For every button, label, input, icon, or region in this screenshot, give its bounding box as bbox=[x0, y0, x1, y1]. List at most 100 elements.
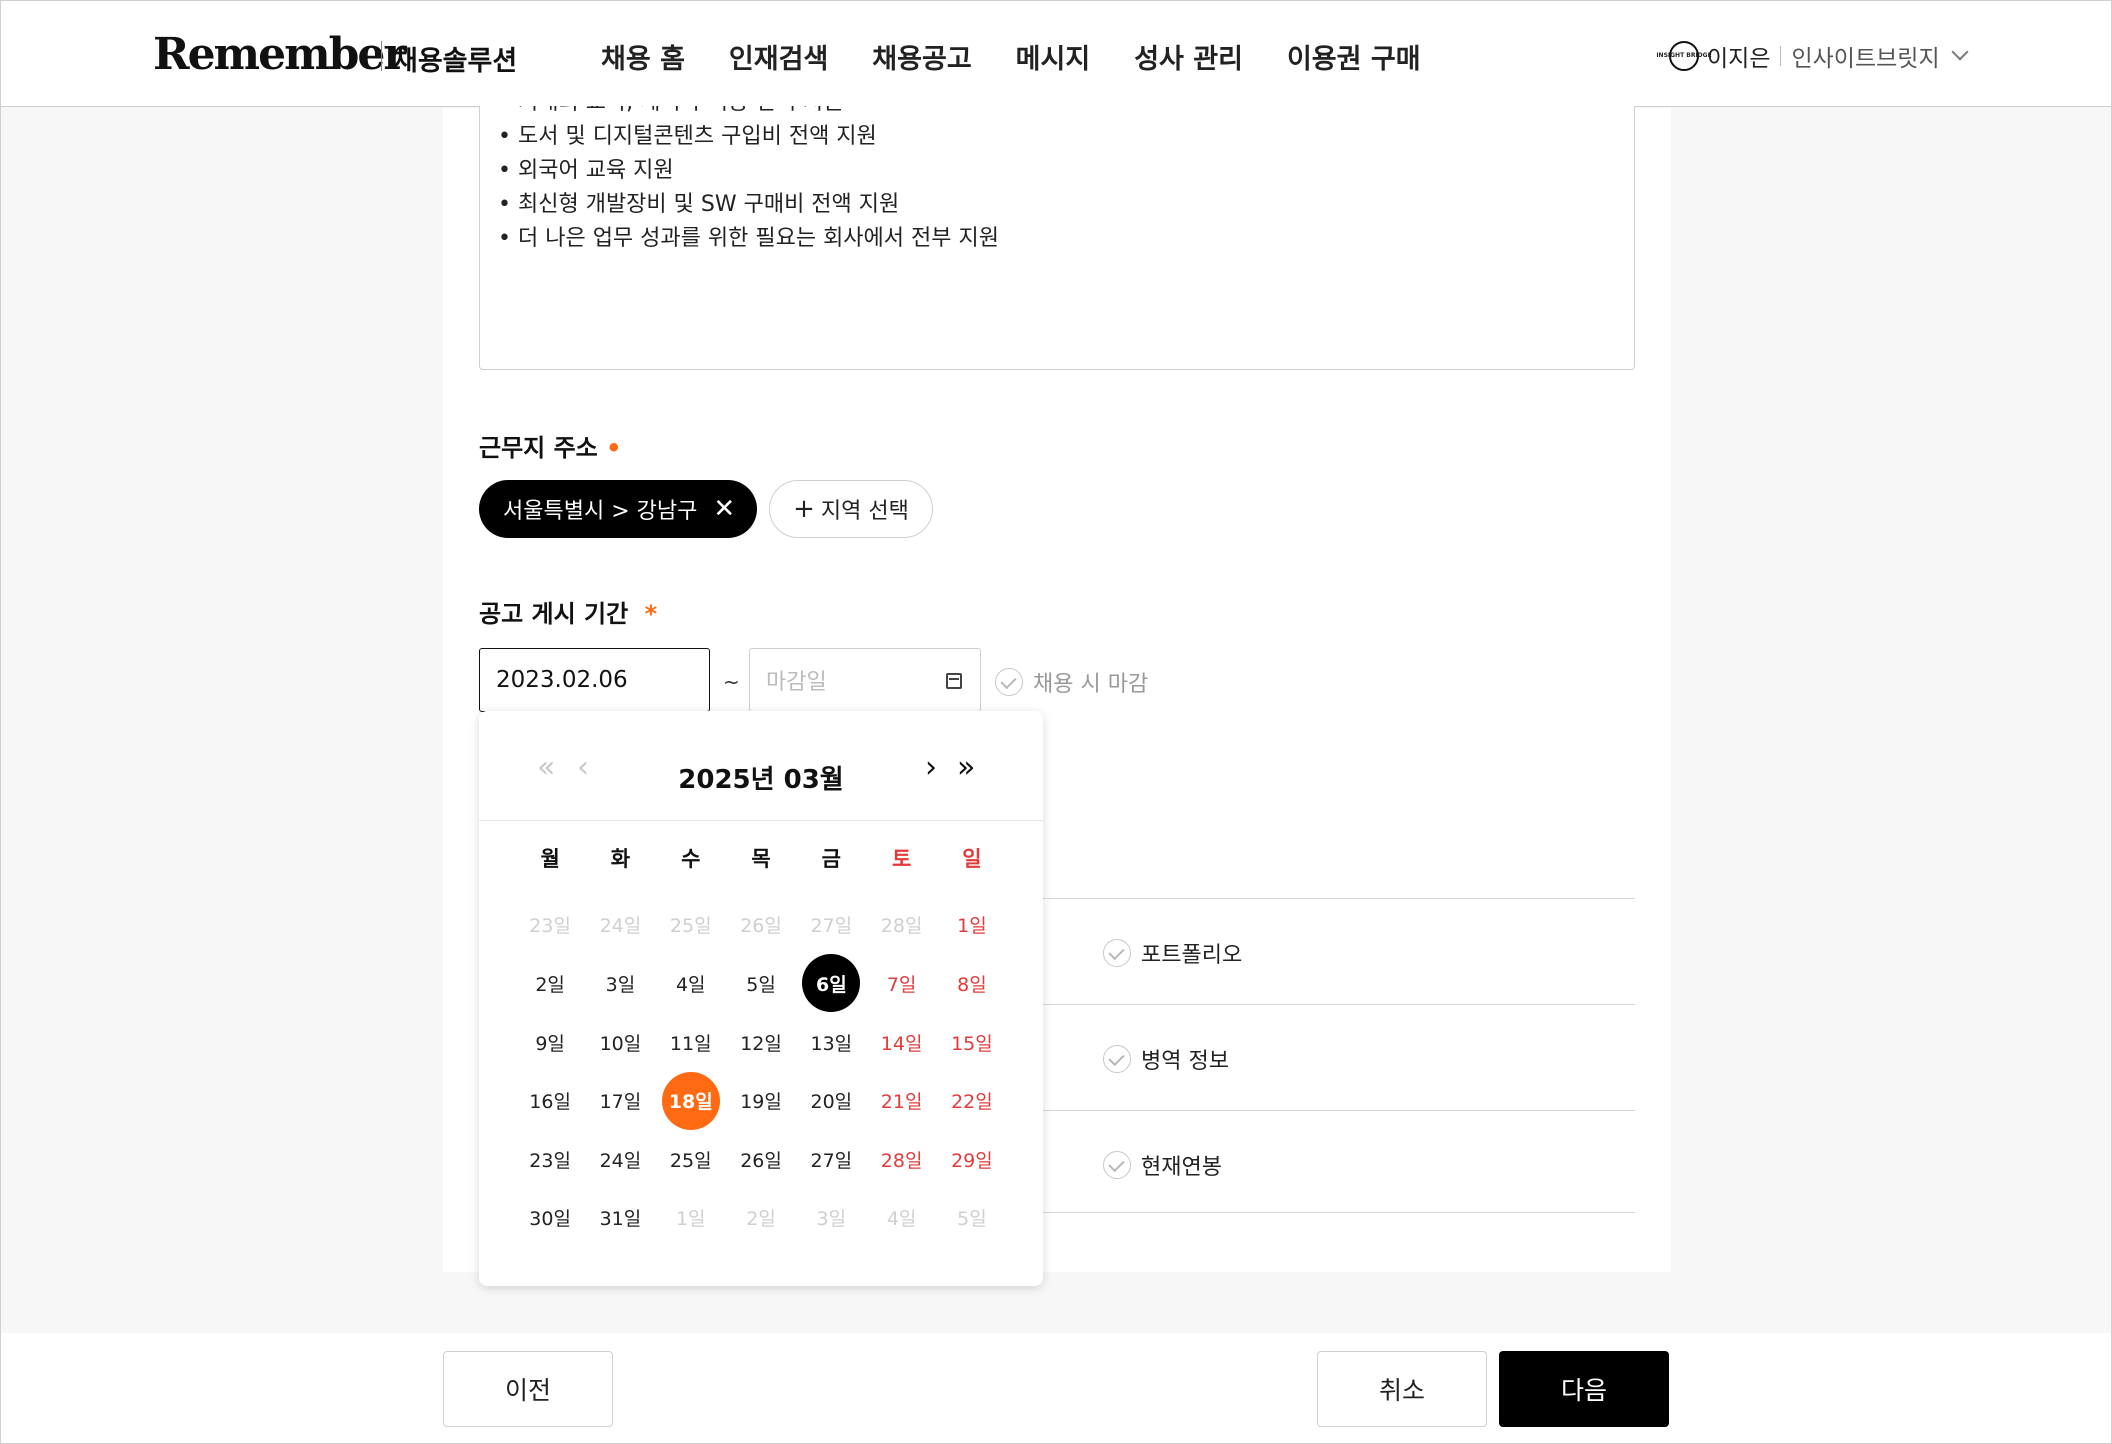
calendar-day[interactable]: 26일 bbox=[726, 896, 796, 955]
calendar-day[interactable]: 17일 bbox=[585, 1071, 655, 1130]
main-nav: 채용 홈 인재검색 채용공고 메시지 성사 관리 이용권 구매 bbox=[601, 37, 1465, 76]
calendar-day[interactable]: 10일 bbox=[585, 1013, 655, 1072]
calendar-day[interactable]: 1일 bbox=[656, 1189, 726, 1248]
benefits-list: 지대의 교육, 세미나 비용 전액 지원 도서 및 디지털콘텐츠 구입비 전액 … bbox=[498, 106, 999, 256]
calendar-day[interactable]: 22일 bbox=[937, 1071, 1007, 1130]
date-picker-popup: « ‹ 2025년 03월 › » 월 화 수 목 금 토 일 23일 24일 … bbox=[479, 711, 1043, 1286]
calendar-day[interactable]: 25일 bbox=[656, 1130, 726, 1189]
calendar-day[interactable]: 8일 bbox=[937, 954, 1007, 1013]
calendar-day[interactable]: 28일 bbox=[866, 896, 936, 955]
nav-talent-search[interactable]: 인재검색 bbox=[729, 37, 828, 76]
benefit-item: 외국어 교육 지원 bbox=[498, 154, 999, 188]
calendar-day[interactable]: 24일 bbox=[585, 896, 655, 955]
close-icon[interactable]: ✕ bbox=[713, 496, 735, 522]
calendar-day-today[interactable]: 18일 bbox=[656, 1071, 726, 1130]
calendar-day[interactable]: 4일 bbox=[866, 1189, 936, 1248]
calendar-day[interactable]: 5일 bbox=[937, 1189, 1007, 1248]
double-chevron-right-icon[interactable]: » bbox=[957, 753, 975, 783]
nav-recruit-home[interactable]: 채용 홈 bbox=[601, 37, 685, 76]
portfolio-label: 포트폴리오 bbox=[1141, 943, 1243, 968]
required-mark: • bbox=[606, 434, 622, 462]
calendar-grid: 월 화 수 목 금 토 일 23일 24일 25일 26일 27일 28일 1일… bbox=[515, 837, 1007, 1247]
weekday-thu: 목 bbox=[751, 847, 771, 871]
weekday-sat: 토 bbox=[891, 847, 912, 871]
calendar-day[interactable]: 24일 bbox=[585, 1130, 655, 1189]
benefit-item: 더 나은 업무 성과를 위한 필요는 회사에서 전부 지원 bbox=[498, 222, 999, 256]
calendar-day[interactable]: 4일 bbox=[656, 954, 726, 1013]
calendar-icon[interactable] bbox=[946, 673, 962, 689]
benefits-textarea[interactable]: 지대의 교육, 세미나 비용 전액 지원 도서 및 디지털콘텐츠 구입비 전액 … bbox=[479, 106, 1635, 370]
calendar-day[interactable]: 9일 bbox=[515, 1013, 585, 1072]
calendar-day[interactable]: 27일 bbox=[796, 1130, 866, 1189]
remember-logo[interactable]: Remember bbox=[153, 29, 407, 80]
calendar-day[interactable]: 12일 bbox=[726, 1013, 796, 1072]
calendar-day[interactable]: 20일 bbox=[796, 1071, 866, 1130]
benefit-item: 도서 및 디지털콘텐츠 구입비 전액 지원 bbox=[498, 120, 999, 154]
salary-checkbox[interactable]: 현재연봉 bbox=[1103, 1149, 1222, 1181]
check-icon bbox=[995, 668, 1023, 696]
calendar-day-selected[interactable]: 6일 bbox=[796, 954, 866, 1013]
weekday-wed: 수 bbox=[681, 847, 701, 871]
calendar-day[interactable]: 21일 bbox=[866, 1071, 936, 1130]
calendar-day[interactable]: 14일 bbox=[866, 1013, 936, 1072]
check-icon bbox=[1103, 1151, 1131, 1179]
calendar-day[interactable]: 2일 bbox=[515, 954, 585, 1013]
previous-button[interactable]: 이전 bbox=[443, 1351, 613, 1427]
calendar-day[interactable]: 13일 bbox=[796, 1013, 866, 1072]
end-date-input[interactable]: 마감일 bbox=[749, 648, 981, 712]
company-logo: INSIGHT BRIDGE bbox=[1656, 41, 1712, 71]
next-button[interactable]: 다음 bbox=[1499, 1351, 1669, 1427]
calendar-day[interactable]: 23일 bbox=[515, 896, 585, 955]
portfolio-checkbox[interactable]: 포트폴리오 bbox=[1103, 937, 1242, 969]
period-label: 공고 게시 기간 * bbox=[479, 594, 657, 629]
nav-hire-management[interactable]: 성사 관리 bbox=[1134, 37, 1243, 76]
nav-messages[interactable]: 메시지 bbox=[1016, 37, 1091, 76]
bottom-action-bar: 이전 취소 다음 bbox=[1, 1333, 2111, 1443]
weekday-sun: 일 bbox=[962, 847, 982, 871]
user-company: 인사이트브릿지 bbox=[1791, 46, 1940, 72]
cancel-button[interactable]: 취소 bbox=[1317, 1351, 1487, 1427]
calendar-day[interactable]: 27일 bbox=[796, 896, 866, 955]
close-on-hire-label: 채용 시 마감 bbox=[1033, 672, 1149, 697]
close-on-hire-checkbox[interactable]: 채용 시 마감 bbox=[995, 666, 1148, 698]
calendar-day[interactable]: 11일 bbox=[656, 1013, 726, 1072]
military-label: 병역 정보 bbox=[1141, 1049, 1229, 1074]
date-separator: ~ bbox=[723, 670, 740, 694]
start-date-input[interactable]: 2023.02.06 bbox=[479, 648, 710, 712]
military-checkbox[interactable]: 병역 정보 bbox=[1103, 1043, 1229, 1075]
calendar-day[interactable]: 7일 bbox=[866, 954, 936, 1013]
nav-buy-pass[interactable]: 이용권 구매 bbox=[1287, 37, 1421, 76]
chevron-right-icon[interactable]: › bbox=[925, 753, 937, 783]
calendar-day[interactable]: 15일 bbox=[937, 1013, 1007, 1072]
add-region-button[interactable]: + 지역 선택 bbox=[769, 480, 933, 538]
check-icon bbox=[1103, 939, 1131, 967]
calendar-day[interactable]: 2일 bbox=[726, 1189, 796, 1248]
calendar-day[interactable]: 3일 bbox=[585, 954, 655, 1013]
weekday-tue: 화 bbox=[610, 847, 631, 871]
calendar-day[interactable]: 5일 bbox=[726, 954, 796, 1013]
weekday-fri: 금 bbox=[821, 847, 841, 871]
plus-icon: + bbox=[793, 494, 815, 524]
user-menu[interactable]: INSIGHT BRIDGE 이지은 인사이트브릿지 bbox=[1656, 39, 1969, 73]
end-date-placeholder: 마감일 bbox=[766, 670, 827, 695]
location-label-text: 근무지 주소 bbox=[479, 434, 598, 462]
calendar-day[interactable]: 1일 bbox=[937, 896, 1007, 955]
calendar-day[interactable]: 30일 bbox=[515, 1189, 585, 1248]
calendar-day[interactable]: 3일 bbox=[796, 1189, 866, 1248]
logo-subtitle: 채용솔루션 bbox=[393, 46, 518, 77]
calendar-day[interactable]: 31일 bbox=[585, 1189, 655, 1248]
user-divider bbox=[1780, 46, 1782, 66]
calendar-day[interactable]: 16일 bbox=[515, 1071, 585, 1130]
calendar-day[interactable]: 28일 bbox=[866, 1130, 936, 1189]
calendar-day[interactable]: 25일 bbox=[656, 896, 726, 955]
nav-job-posting[interactable]: 채용공고 bbox=[872, 37, 971, 76]
calendar-day[interactable]: 26일 bbox=[726, 1130, 796, 1189]
calendar-header: « ‹ 2025년 03월 › » bbox=[479, 711, 1043, 821]
add-region-label: 지역 선택 bbox=[820, 499, 909, 524]
calendar-day[interactable]: 23일 bbox=[515, 1130, 585, 1189]
calendar-day[interactable]: 19일 bbox=[726, 1071, 796, 1130]
calendar-day[interactable]: 29일 bbox=[937, 1130, 1007, 1189]
chevron-down-icon[interactable] bbox=[1951, 43, 1969, 61]
selected-location-chip[interactable]: 서울특별시 > 강남구 ✕ bbox=[479, 480, 757, 538]
company-logo-text: INSIGHT BRIDGE bbox=[1656, 52, 1712, 59]
